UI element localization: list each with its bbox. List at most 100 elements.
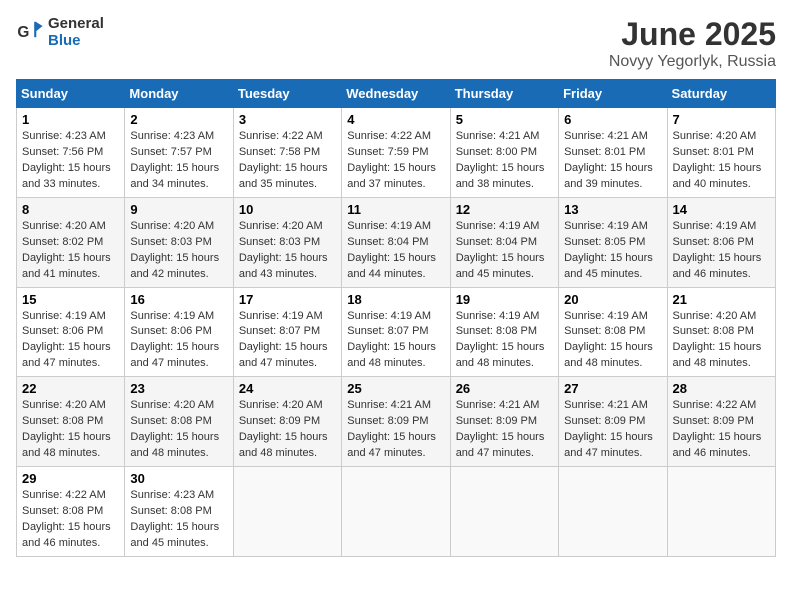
calendar-cell: 11Sunrise: 4:19 AM Sunset: 8:04 PM Dayli… — [342, 197, 450, 287]
day-info: Sunrise: 4:19 AM Sunset: 8:06 PM Dayligh… — [22, 309, 119, 373]
calendar-cell: 30 Sunrise: 4:23 AM Sunset: 8:08 PM Dayli… — [125, 467, 233, 557]
day-info: Sunrise: 4:20 AM Sunset: 8:09 PM Dayligh… — [239, 398, 336, 462]
calendar-cell: 27 Sunrise: 4:21 AM Sunset: 8:09 PM Dayli… — [559, 377, 667, 467]
day-number: 19 — [456, 292, 553, 307]
calendar-cell — [559, 467, 667, 557]
day-number: 8 — [22, 202, 119, 217]
calendar-cell: 25 Sunrise: 4:21 AM Sunset: 8:09 PM Dayli… — [342, 377, 450, 467]
title-block: June 2025 Novyy Yegorlyk, Russia — [609, 16, 776, 71]
day-number: 13 — [564, 202, 661, 217]
day-info: Sunrise: 4:23 AM Sunset: 8:08 PM Dayligh… — [130, 488, 227, 552]
calendar-cell: 29 Sunrise: 4:22 AM Sunset: 8:08 PM Dayli… — [17, 467, 125, 557]
col-header-wednesday: Wednesday — [342, 80, 450, 108]
calendar-cell: 5 Sunrise: 4:21 AM Sunset: 8:00 PM Daylig… — [450, 108, 558, 198]
day-number: 29 — [22, 471, 119, 486]
day-info: Sunrise: 4:20 AM Sunset: 8:08 PM Dayligh… — [130, 398, 227, 462]
day-info: Sunrise: 4:20 AM Sunset: 8:02 PM Dayligh… — [22, 219, 119, 283]
day-number: 2 — [130, 112, 227, 127]
calendar-cell: 10Sunrise: 4:20 AM Sunset: 8:03 PM Dayli… — [233, 197, 341, 287]
calendar-cell: 24 Sunrise: 4:20 AM Sunset: 8:09 PM Dayli… — [233, 377, 341, 467]
col-header-monday: Monday — [125, 80, 233, 108]
calendar-cell: 13Sunrise: 4:19 AM Sunset: 8:05 PM Dayli… — [559, 197, 667, 287]
calendar-cell: 4Sunrise: 4:22 AM Sunset: 7:59 PM Daylig… — [342, 108, 450, 198]
calendar-header-row: SundayMondayTuesdayWednesdayThursdayFrid… — [17, 80, 776, 108]
day-number: 26 — [456, 381, 553, 396]
day-info: Sunrise: 4:21 AM Sunset: 8:01 PM Dayligh… — [564, 129, 661, 193]
day-info: Sunrise: 4:22 AM Sunset: 8:08 PM Dayligh… — [22, 488, 119, 552]
day-info: Sunrise: 4:21 AM Sunset: 8:09 PM Dayligh… — [456, 398, 553, 462]
calendar-cell: 26 Sunrise: 4:21 AM Sunset: 8:09 PM Dayli… — [450, 377, 558, 467]
calendar-cell: 19 Sunrise: 4:19 AM Sunset: 8:08 PM Dayli… — [450, 287, 558, 377]
day-number: 3 — [239, 112, 336, 127]
day-number: 30 — [130, 471, 227, 486]
day-number: 1 — [22, 112, 119, 127]
day-info: Sunrise: 4:19 AM Sunset: 8:06 PM Dayligh… — [130, 309, 227, 373]
calendar-week-3: 22 Sunrise: 4:20 AM Sunset: 8:08 PM Dayli… — [17, 377, 776, 467]
day-info: Sunrise: 4:21 AM Sunset: 8:00 PM Dayligh… — [456, 129, 553, 193]
day-number: 4 — [347, 112, 444, 127]
calendar-cell: 6Sunrise: 4:21 AM Sunset: 8:01 PM Daylig… — [559, 108, 667, 198]
day-number: 11 — [347, 202, 444, 217]
day-number: 15 — [22, 292, 119, 307]
day-info: Sunrise: 4:20 AM Sunset: 8:03 PM Dayligh… — [239, 219, 336, 283]
logo: G General Blue — [16, 16, 104, 49]
logo-text: General Blue — [48, 16, 104, 49]
calendar-cell: 14 Sunrise: 4:19 AM Sunset: 8:06 PM Dayli… — [667, 197, 775, 287]
day-number: 27 — [564, 381, 661, 396]
calendar-cell: 2 Sunrise: 4:23 AM Sunset: 7:57 PM Daylig… — [125, 108, 233, 198]
day-number: 12 — [456, 202, 553, 217]
day-info: Sunrise: 4:20 AM Sunset: 8:01 PM Dayligh… — [673, 129, 770, 193]
day-number: 28 — [673, 381, 770, 396]
day-info: Sunrise: 4:20 AM Sunset: 8:08 PM Dayligh… — [22, 398, 119, 462]
day-number: 14 — [673, 202, 770, 217]
day-number: 18 — [347, 292, 444, 307]
day-info: Sunrise: 4:22 AM Sunset: 7:58 PM Dayligh… — [239, 129, 336, 193]
calendar-cell: 8 Sunrise: 4:20 AM Sunset: 8:02 PM Daylig… — [17, 197, 125, 287]
day-info: Sunrise: 4:23 AM Sunset: 7:56 PM Dayligh… — [22, 129, 119, 193]
logo-line2: Blue — [48, 33, 104, 50]
calendar-cell: 16 Sunrise: 4:19 AM Sunset: 8:06 PM Dayli… — [125, 287, 233, 377]
calendar-cell: 7Sunrise: 4:20 AM Sunset: 8:01 PM Daylig… — [667, 108, 775, 198]
day-info: Sunrise: 4:21 AM Sunset: 8:09 PM Dayligh… — [564, 398, 661, 462]
calendar-week-4: 29 Sunrise: 4:22 AM Sunset: 8:08 PM Dayli… — [17, 467, 776, 557]
calendar-cell: 21Sunrise: 4:20 AM Sunset: 8:08 PM Dayli… — [667, 287, 775, 377]
col-header-thursday: Thursday — [450, 80, 558, 108]
day-number: 5 — [456, 112, 553, 127]
calendar-cell — [233, 467, 341, 557]
day-info: Sunrise: 4:20 AM Sunset: 8:08 PM Dayligh… — [673, 309, 770, 373]
day-info: Sunrise: 4:19 AM Sunset: 8:06 PM Dayligh… — [673, 219, 770, 283]
calendar-cell: 3 Sunrise: 4:22 AM Sunset: 7:58 PM Daylig… — [233, 108, 341, 198]
calendar-cell: 12 Sunrise: 4:19 AM Sunset: 8:04 PM Dayli… — [450, 197, 558, 287]
day-info: Sunrise: 4:21 AM Sunset: 8:09 PM Dayligh… — [347, 398, 444, 462]
calendar-cell: 28Sunrise: 4:22 AM Sunset: 8:09 PM Dayli… — [667, 377, 775, 467]
logo-icon: G — [16, 19, 44, 47]
day-number: 17 — [239, 292, 336, 307]
calendar-cell — [450, 467, 558, 557]
calendar-table: SundayMondayTuesdayWednesdayThursdayFrid… — [16, 79, 776, 557]
day-info: Sunrise: 4:19 AM Sunset: 8:08 PM Dayligh… — [456, 309, 553, 373]
calendar-week-0: 1 Sunrise: 4:23 AM Sunset: 7:56 PM Daylig… — [17, 108, 776, 198]
page-header: G General Blue June 2025 Novyy Yegorlyk,… — [16, 16, 776, 71]
calendar-cell: 18 Sunrise: 4:19 AM Sunset: 8:07 PM Dayli… — [342, 287, 450, 377]
day-info: Sunrise: 4:19 AM Sunset: 8:07 PM Dayligh… — [347, 309, 444, 373]
calendar-cell — [342, 467, 450, 557]
calendar-cell: 15 Sunrise: 4:19 AM Sunset: 8:06 PM Dayli… — [17, 287, 125, 377]
calendar-title: June 2025 — [609, 16, 776, 53]
day-number: 9 — [130, 202, 227, 217]
day-number: 25 — [347, 381, 444, 396]
calendar-cell: 23 Sunrise: 4:20 AM Sunset: 8:08 PM Dayli… — [125, 377, 233, 467]
day-number: 24 — [239, 381, 336, 396]
col-header-saturday: Saturday — [667, 80, 775, 108]
calendar-cell — [667, 467, 775, 557]
calendar-subtitle: Novyy Yegorlyk, Russia — [609, 53, 776, 71]
day-number: 16 — [130, 292, 227, 307]
day-number: 22 — [22, 381, 119, 396]
calendar-cell: 1 Sunrise: 4:23 AM Sunset: 7:56 PM Daylig… — [17, 108, 125, 198]
logo-line1: General — [48, 16, 104, 33]
day-info: Sunrise: 4:23 AM Sunset: 7:57 PM Dayligh… — [130, 129, 227, 193]
calendar-cell: 17Sunrise: 4:19 AM Sunset: 8:07 PM Dayli… — [233, 287, 341, 377]
day-info: Sunrise: 4:20 AM Sunset: 8:03 PM Dayligh… — [130, 219, 227, 283]
day-number: 23 — [130, 381, 227, 396]
day-info: Sunrise: 4:19 AM Sunset: 8:04 PM Dayligh… — [456, 219, 553, 283]
col-header-friday: Friday — [559, 80, 667, 108]
